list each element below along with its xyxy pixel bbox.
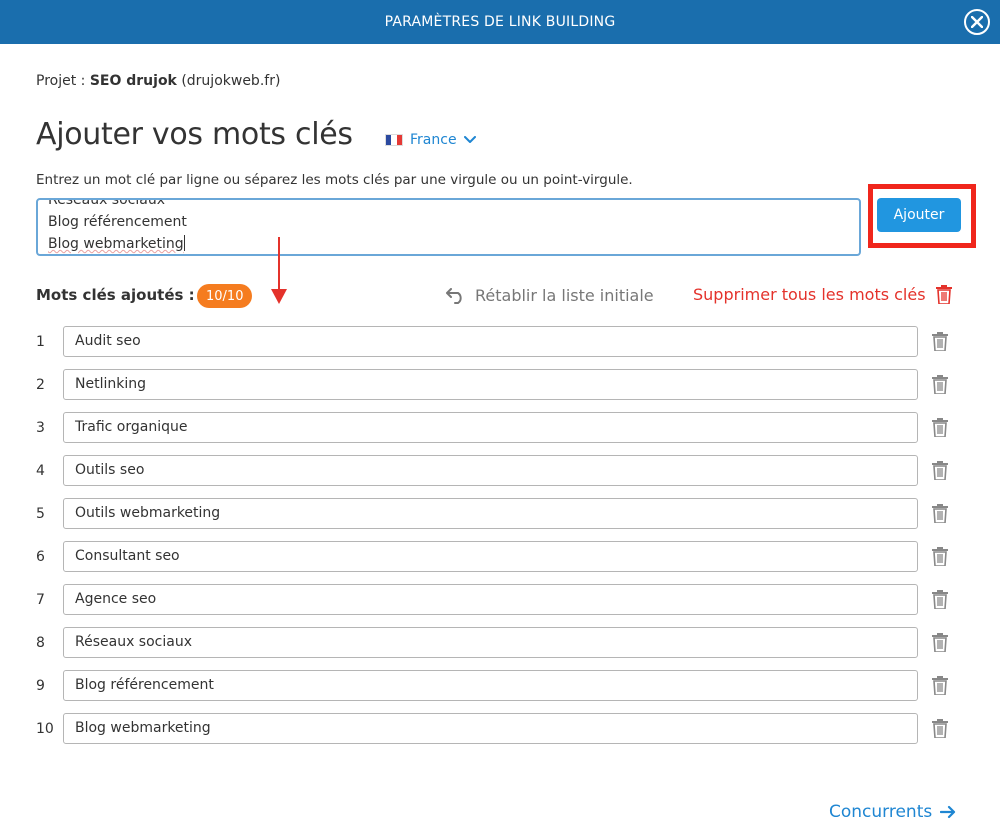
project-name: SEO drujok xyxy=(89,73,177,89)
textarea-line: Réseaux sociaux xyxy=(48,198,165,208)
keyword-number: 3 xyxy=(36,420,45,436)
keyword-number: 2 xyxy=(36,377,45,393)
next-step-link[interactable]: Concurrents xyxy=(829,802,956,822)
keyword-row: 1 Audit seo xyxy=(0,326,1000,358)
keyword-number: 6 xyxy=(36,549,45,565)
keyword-row: 2 Netlinking xyxy=(0,369,1000,401)
next-step-label: Concurrents xyxy=(829,802,933,822)
keyword-input[interactable]: Audit seo xyxy=(63,326,918,357)
delete-all-label: Supprimer tous les mots clés xyxy=(693,285,926,304)
trash-icon[interactable] xyxy=(932,461,948,480)
textarea-line: Blog référencement xyxy=(48,214,187,230)
keyword-number: 8 xyxy=(36,635,45,651)
project-info: Projet : SEO drujok (drujokweb.fr) xyxy=(36,73,280,89)
keyword-input[interactable]: Blog webmarketing xyxy=(63,713,918,744)
trash-icon[interactable] xyxy=(932,633,948,652)
keyword-row: 8 Réseaux sociaux xyxy=(0,627,1000,659)
trash-icon[interactable] xyxy=(932,719,948,738)
keywords-textarea[interactable]: Réseaux sociaux Blog référencement Blog … xyxy=(36,198,861,256)
arrow-right-icon xyxy=(940,805,956,819)
keyword-number: 7 xyxy=(36,592,45,608)
keyword-input[interactable]: Blog référencement xyxy=(63,670,918,701)
keyword-number: 10 xyxy=(36,721,54,737)
trash-icon[interactable] xyxy=(932,547,948,566)
close-icon xyxy=(971,16,983,28)
keyword-row: 3 Trafic organique xyxy=(0,412,1000,444)
keyword-row: 4 Outils seo xyxy=(0,455,1000,487)
keyword-number: 5 xyxy=(36,506,45,522)
modal-title: PARAMÈTRES DE LINK BUILDING xyxy=(384,14,616,30)
text-caret xyxy=(183,235,185,251)
france-flag-icon xyxy=(385,134,403,146)
keyword-number: 1 xyxy=(36,334,45,350)
add-keywords-button[interactable]: Ajouter xyxy=(877,198,961,232)
trash-icon[interactable] xyxy=(932,676,948,695)
reset-list-button[interactable]: Rétablir la liste initiale xyxy=(445,286,654,305)
keyword-count-badge: 10/10 xyxy=(197,284,253,308)
country-selector[interactable]: France xyxy=(385,132,476,148)
trash-icon[interactable] xyxy=(932,375,948,394)
keywords-added-label: Mots clés ajoutés : xyxy=(36,286,195,304)
modal-header: PARAMÈTRES DE LINK BUILDING xyxy=(0,0,1000,44)
chevron-down-icon xyxy=(463,136,476,143)
trash-icon xyxy=(935,285,952,304)
textarea-line: Blog webmarketing xyxy=(48,236,184,252)
instructions-text: Entrez un mot clé par ligne ou séparez l… xyxy=(36,172,633,188)
keyword-input[interactable]: Netlinking xyxy=(63,369,918,400)
trash-icon[interactable] xyxy=(932,418,948,437)
keyword-row: 7 Agence seo xyxy=(0,584,1000,616)
keyword-input[interactable]: Agence seo xyxy=(63,584,918,615)
page-title: Ajouter vos mots clés xyxy=(36,117,353,152)
keyword-row: 5 Outils webmarketing xyxy=(0,498,1000,530)
keyword-row: 6 Consultant seo xyxy=(0,541,1000,573)
country-label: France xyxy=(410,132,457,148)
annotation-arrow-icon xyxy=(271,237,287,304)
keyword-row: 10 Blog webmarketing xyxy=(0,713,1000,745)
keyword-number: 4 xyxy=(36,463,45,479)
keyword-input[interactable]: Réseaux sociaux xyxy=(63,627,918,658)
reset-list-label: Rétablir la liste initiale xyxy=(475,286,654,305)
keyword-input[interactable]: Outils webmarketing xyxy=(63,498,918,529)
trash-icon[interactable] xyxy=(932,332,948,351)
close-button[interactable] xyxy=(964,9,990,35)
trash-icon[interactable] xyxy=(932,504,948,523)
project-domain: (drujokweb.fr) xyxy=(181,73,281,89)
keyword-number: 9 xyxy=(36,678,45,694)
keyword-input[interactable]: Consultant seo xyxy=(63,541,918,572)
trash-icon[interactable] xyxy=(932,590,948,609)
delete-all-button[interactable]: Supprimer tous les mots clés xyxy=(693,285,952,304)
keyword-input[interactable]: Trafic organique xyxy=(63,412,918,443)
keyword-input[interactable]: Outils seo xyxy=(63,455,918,486)
undo-icon xyxy=(446,287,462,304)
project-label: Projet : xyxy=(36,73,86,89)
keyword-row: 9 Blog référencement xyxy=(0,670,1000,702)
